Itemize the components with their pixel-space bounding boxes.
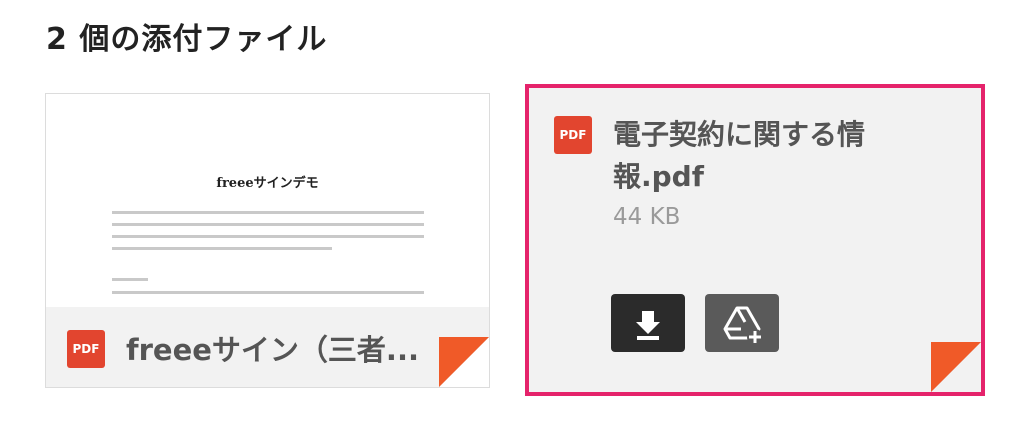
add-to-drive-button[interactable]: [705, 294, 779, 352]
preview-text-line: [112, 247, 332, 250]
attachment-name: 電子契約に関する情報.pdf: [613, 118, 866, 193]
attachment-card-2[interactable]: PDF 電子契約に関する情報.pdf 44 KB: [525, 84, 985, 396]
download-icon: [636, 311, 660, 340]
preview-document-title: freeeサインデモ: [216, 176, 319, 191]
preview-text-line: [112, 223, 424, 226]
attachment-preview[interactable]: freeeサインデモ: [46, 94, 489, 307]
preview-text-line: [112, 235, 424, 238]
pdf-file-icon: PDF: [554, 116, 592, 154]
attachment-name: freeeサイン（三者...: [126, 333, 419, 367]
page-fold-icon: [931, 342, 981, 392]
preview-text-line: [112, 291, 424, 294]
preview-text-line: [112, 211, 424, 214]
page-fold-icon: [439, 337, 489, 387]
attachment-size: 44 KB: [613, 204, 681, 230]
download-button[interactable]: [611, 294, 685, 352]
pdf-file-icon: PDF: [67, 330, 105, 368]
preview-text-line: [112, 278, 148, 281]
attachments-heading: 2 個の添付ファイル: [46, 22, 328, 57]
add-to-drive-icon: [723, 306, 763, 345]
attachment-card-1[interactable]: freeeサインデモ PDF freeeサイン（三者...: [45, 93, 490, 388]
